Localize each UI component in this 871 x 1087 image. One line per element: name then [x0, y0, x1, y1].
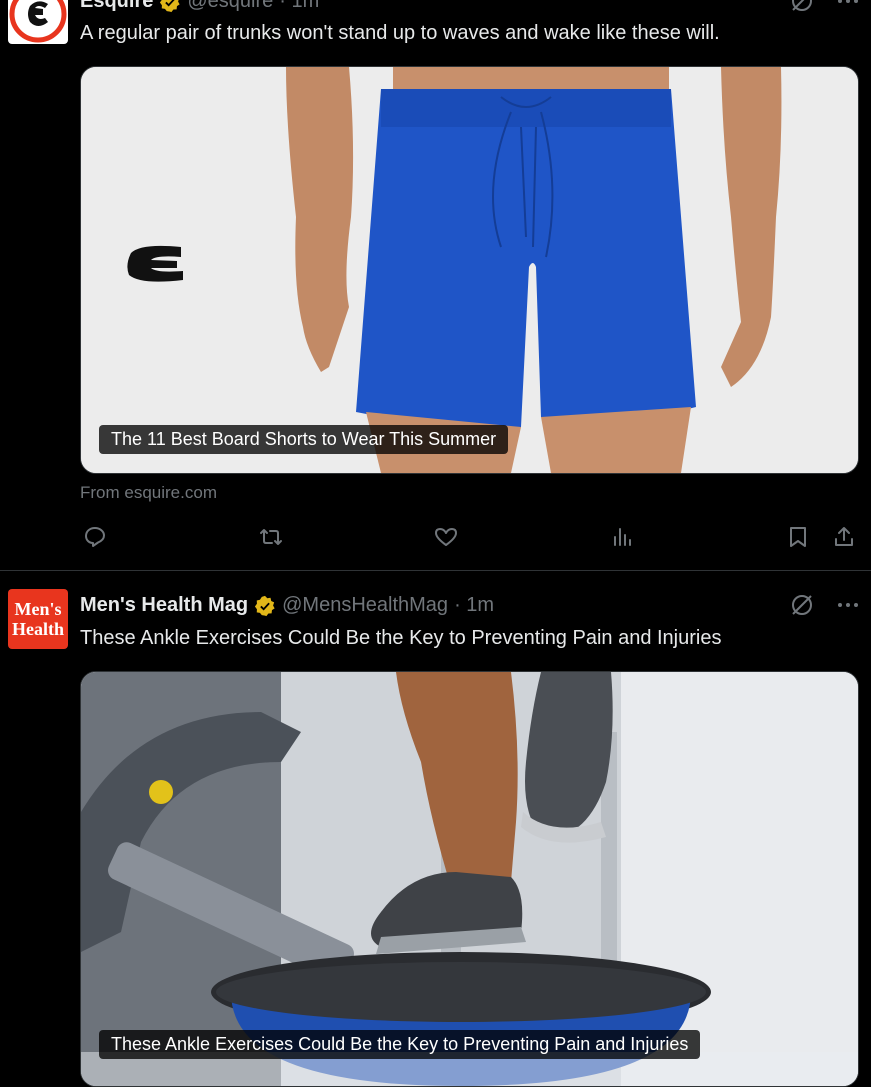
board-shorts-image — [81, 67, 858, 473]
ankle-exercise-image — [81, 672, 858, 1086]
link-card-image[interactable]: The 11 Best Board Shorts to Wear This Su… — [80, 66, 859, 474]
tweet-text: A regular pair of trunks won't stand up … — [80, 22, 720, 44]
verified-badge-icon — [255, 595, 275, 616]
avatar-text-line1: Men's — [14, 599, 62, 619]
more-icon[interactable] — [835, 0, 861, 14]
repost-button[interactable] — [256, 522, 286, 552]
like-icon — [435, 528, 457, 546]
share-button[interactable] — [829, 522, 859, 552]
tweet-text: These Ankle Exercises Could Be the Key t… — [80, 627, 722, 649]
avatar-text-line2: Health — [12, 619, 64, 639]
more-icon[interactable] — [835, 592, 861, 618]
post-header: Esquire @esquire · 1m — [80, 0, 319, 13]
author-handle[interactable]: @esquire — [187, 0, 273, 13]
post-actions — [80, 522, 860, 552]
post-time[interactable]: · 1m — [279, 0, 319, 13]
avatar-menshealth[interactable]: Men's Health — [8, 589, 68, 649]
author-handle[interactable]: @MensHealthMag — [282, 594, 448, 617]
reply-button[interactable] — [80, 522, 110, 552]
post-time[interactable]: · 1m — [454, 594, 494, 617]
reply-icon — [85, 527, 105, 547]
author-name[interactable]: Esquire — [80, 0, 153, 13]
bookmark-icon — [790, 527, 806, 547]
link-card-caption: The 11 Best Board Shorts to Wear This Su… — [99, 425, 509, 454]
grok-icon[interactable] — [789, 0, 815, 14]
views-button[interactable] — [607, 522, 637, 552]
link-source[interactable]: From esquire.com — [80, 483, 217, 503]
post-header: Men's Health Mag @MensHealthMag · 1m — [80, 594, 494, 617]
repost-icon — [260, 529, 282, 545]
grok-icon[interactable] — [789, 592, 815, 618]
post-divider — [0, 570, 871, 571]
link-card-caption: These Ankle Exercises Could Be the Key t… — [99, 1030, 701, 1059]
avatar-esquire[interactable] — [8, 0, 68, 44]
author-name[interactable]: Men's Health Mag — [80, 594, 248, 617]
verified-badge-icon — [160, 0, 180, 12]
like-button[interactable] — [431, 522, 461, 552]
link-card-image[interactable]: These Ankle Exercises Could Be the Key t… — [80, 671, 859, 1087]
views-icon — [614, 528, 631, 546]
post-top-actions — [789, 0, 861, 14]
bookmark-button[interactable] — [783, 522, 813, 552]
post-top-actions — [789, 592, 861, 618]
share-icon — [835, 527, 853, 546]
